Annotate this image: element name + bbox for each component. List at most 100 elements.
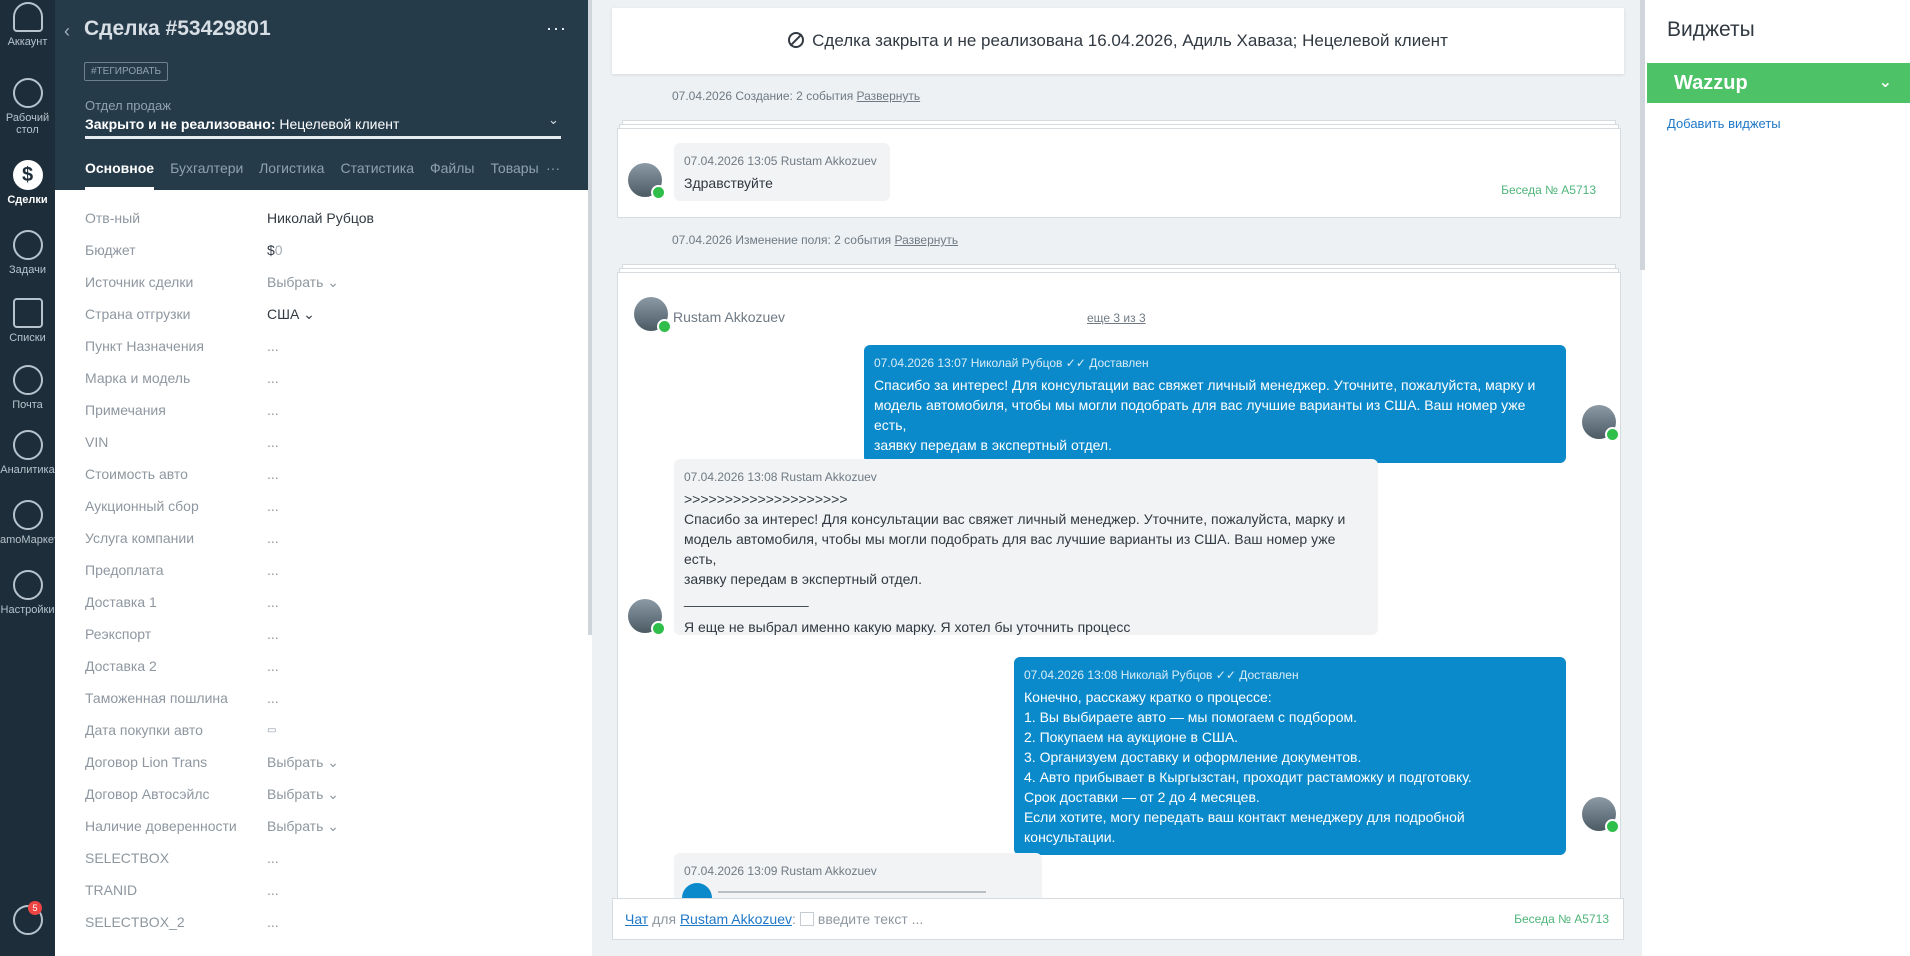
lists-icon [12,298,43,328]
nav-analytics[interactable]: Аналитика [0,430,55,476]
widgets-title: Виджеты [1667,18,1755,41]
event-created: 07.04.2026 Создание: 2 события Развернут… [672,89,921,103]
nav-dashboard[interactable]: Рабочий стол [0,78,55,136]
chat-recipient-link[interactable]: Rustam Akkozuev [680,911,792,927]
closed-banner: Сделка закрыта и не реализована 16.04.20… [612,8,1624,74]
avatar [628,163,666,200]
tabs-more-icon[interactable]: ··· [546,160,560,176]
chevron-down-icon[interactable]: ⌄ [1879,63,1892,103]
field-car-price: Стоимость авто... [85,466,279,482]
tab-products[interactable]: Товары [490,160,538,190]
nav-lists[interactable]: Списки [0,298,55,344]
chat-message-input[interactable]: введите текст ... [818,911,923,927]
field-contract-autosales: Договор Автосэйлс Выбрать ⌄ [85,786,340,802]
conversation-card: 07.04.2026 13:05 Rustam Akkozuev Здравст… [617,128,1621,218]
avatar [634,297,672,334]
chat-type-link[interactable]: Чат [625,911,648,927]
status-progress-bar [85,136,561,139]
message-outgoing: 07.04.2026 13:07 Николай Рубцов ✓✓ Доста… [864,345,1566,463]
tab-statistics[interactable]: Статистика [340,160,414,190]
field-selectbox: SELECTBOX... [85,850,279,866]
tag-button[interactable]: #ТЕГИРОВАТЬ [84,62,169,81]
chevron-down-icon: ⌄ [327,786,340,802]
nav-account[interactable]: Аккаунт [0,2,55,48]
select-country[interactable]: США ⌄ [267,306,315,323]
chevron-down-icon: ⌄ [327,754,340,770]
avatar [1582,797,1620,834]
more-messages-link[interactable]: еще 3 из 3 [1087,311,1146,325]
chevron-down-icon: ⌄ [327,818,340,834]
expand-link[interactable]: Развернуть [895,233,959,247]
feed: Сделка закрыта и не реализована 16.04.20… [592,0,1642,956]
tab-logistics[interactable]: Логистика [259,160,324,190]
whatsapp-icon [1605,427,1620,442]
card-title[interactable]: Сделка #53429801 [84,17,271,41]
contact-name: Rustam Akkozuev [673,309,786,325]
settings-icon [12,570,43,600]
field-destination: Пункт Назначения... [85,338,279,354]
conversation-number[interactable]: Беседа № A5713 [1514,899,1609,939]
conversation-thread: Rustam Akkozuev еще 3 из 3 07.04.2026 13… [617,272,1621,923]
account-icon [12,2,43,32]
whatsapp-icon [651,621,666,636]
conversation-number[interactable]: Беседа № A5713 [1501,183,1596,197]
field-tranid: TRANID... [85,882,279,898]
field-prepayment: Предоплата... [85,562,279,578]
chat-input-bar[interactable]: Чат для Rustam Akkozuev: введите текст ..… [612,898,1624,940]
expand-link[interactable]: Развернуть [857,89,921,103]
widgets-panel: Виджеты Wazzup ⌄ Добавить виджеты [1645,0,1910,956]
whatsapp-icon [657,319,672,334]
nav-mail[interactable]: Почта [0,365,55,411]
add-widgets-link[interactable]: Добавить виджеты [1667,116,1781,131]
card-fields: Отв-ный Николай Рубцов Бюджет $0 Источник … [55,190,589,956]
tab-accounting[interactable]: Бухгалтерия [170,160,243,190]
message-incoming: 07.04.2026 13:05 Rustam Akkozuev Здравст… [674,143,890,201]
field-reexport: Реэкспорт... [85,626,279,642]
avatar [1582,405,1620,442]
field-country: Страна отгрузки США ⌄ [85,306,315,323]
pipeline-label: Отдел продаж [85,98,171,113]
message-incoming: 07.04.2026 13:08 Rustam Akkozuev >>>>>>>… [674,459,1378,635]
left-nav: Аккаунт Рабочий стол $ Сделки Задачи Спи… [0,0,55,956]
field-customs-duty: Таможенная пошлина... [85,690,279,706]
chevron-down-icon[interactable] [799,912,814,926]
whatsapp-icon [651,185,666,200]
tab-files[interactable]: Файлы [430,160,474,190]
tab-main[interactable]: Основное [85,160,155,190]
nav-settings[interactable]: Настройки [0,570,55,616]
field-selectbox-2: SELECTBOX_2... [85,914,279,930]
wazzup-widget[interactable]: Wazzup ⌄ [1647,63,1910,103]
chevron-down-icon[interactable]: ⌄ [548,112,559,128]
chevron-down-icon: ⌄ [327,274,340,290]
avatar [628,599,666,636]
card-tabs: Основное Бухгалтерия Логистика Статистик… [85,160,555,190]
field-power-of-attorney: Наличие доверенности Выбрать ⌄ [85,818,340,834]
notification-badge: 5 [28,901,42,915]
nav-market[interactable]: amoМаркет [0,500,55,546]
field-auction-fee: Аукционный сбор... [85,498,279,514]
analytics-icon [12,430,43,460]
mail-icon [12,365,43,395]
dashboard-icon [12,78,43,108]
select-source[interactable]: Выбрать ⌄ [267,274,339,291]
event-field-change: 07.04.2026 Изменение поля: 2 события Раз… [672,233,959,247]
field-make-model: Марка и модель... [85,370,279,386]
more-menu-icon[interactable]: ··· [546,18,567,39]
message-outgoing: 07.04.2026 13:08 Николай Рубцов ✓✓ Доста… [1014,657,1566,855]
closed-icon [788,32,805,48]
back-icon[interactable]: ‹ [64,21,70,42]
field-notes: Примечания... [85,402,279,418]
market-icon [12,500,43,530]
field-contract-lion: Договор Lion Trans Выбрать ⌄ [85,754,340,770]
field-vin: VIN... [85,434,279,450]
nav-tasks[interactable]: Задачи [0,230,55,276]
calendar-icon[interactable]: ▭ [267,725,276,736]
status-value: Нецелевой клиент [275,116,400,132]
tasks-icon [12,230,43,260]
chevron-down-icon: ⌄ [303,306,315,322]
field-value[interactable]: Николай Рубцов [267,210,374,226]
field-responsible: Отв-ный Николай Рубцов [85,210,374,226]
status-select[interactable]: Закрыто и не реализовано: Нецелевой клие… [85,116,399,132]
nav-deals[interactable]: $ Сделки [0,160,55,206]
audio-progress[interactable] [718,891,986,893]
